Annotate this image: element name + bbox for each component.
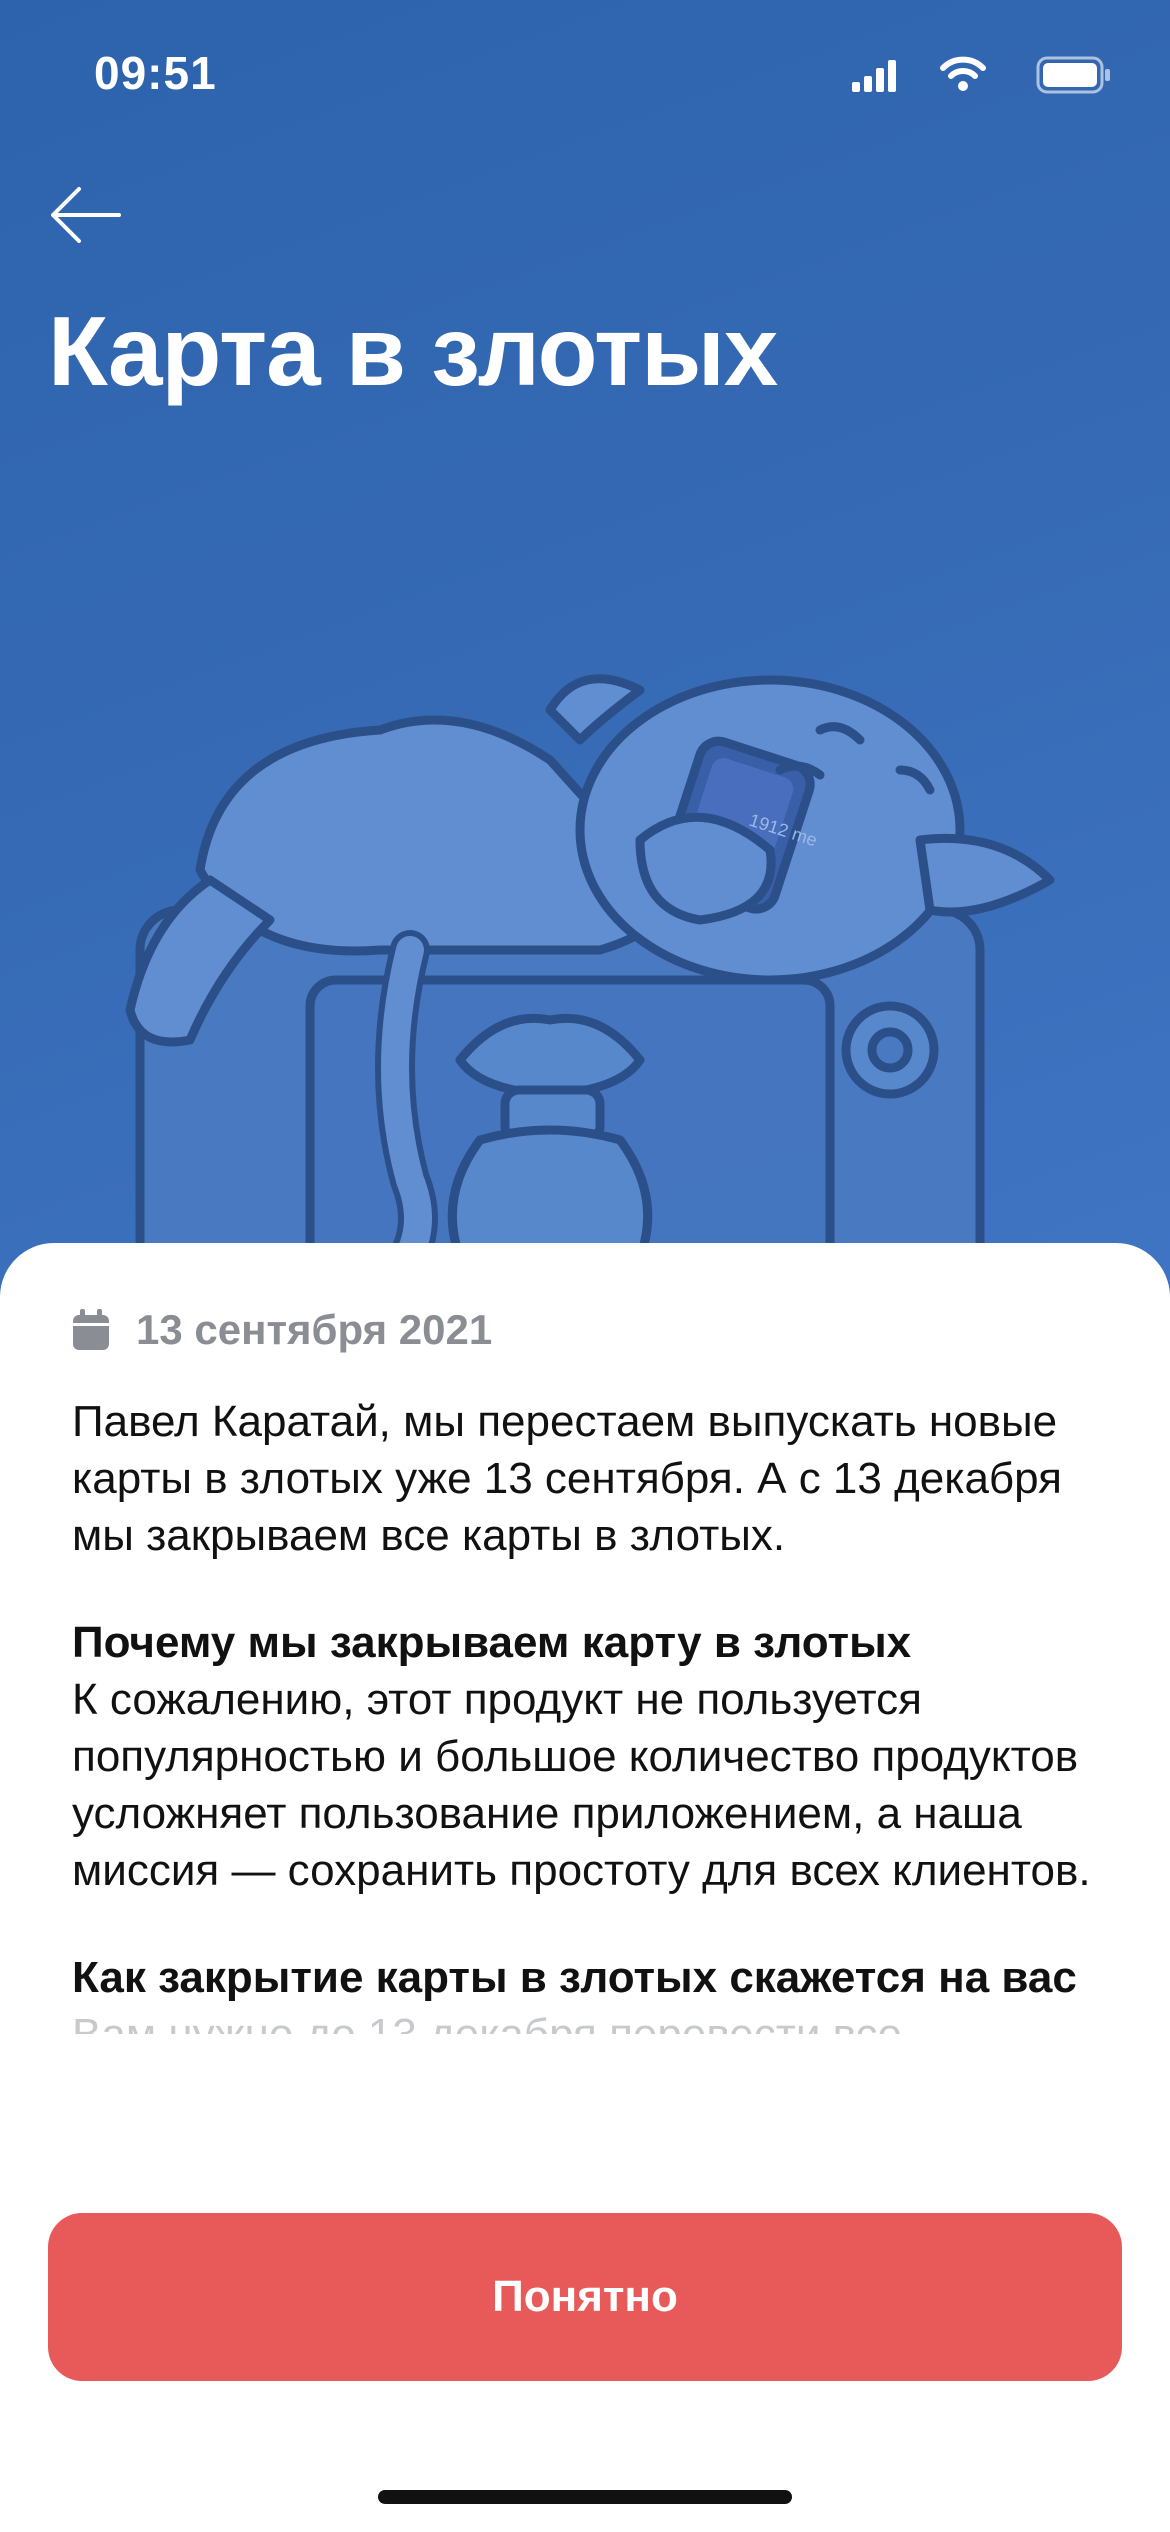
section-title: Как закрытие карты в злотых скажется на … — [72, 1953, 1077, 2002]
cat-on-safe-illustration: 1912 me — [125, 674, 1055, 1320]
battery-icon — [1036, 56, 1110, 94]
back-button[interactable] — [40, 170, 130, 260]
status-bar: 09:51 — [0, 0, 1170, 150]
scroll-fade — [0, 2150, 1170, 2210]
arrow-left-icon — [51, 187, 121, 243]
notice-content: Павел Каратай, мы перестаем выпускать но… — [72, 1393, 1102, 2034]
section-how-affects: Как закрытие карты в злотых скажется на … — [72, 1949, 1102, 2034]
section-title: Почему мы закрываем карту в злотых — [72, 1618, 912, 1667]
status-time: 09:51 — [94, 47, 217, 99]
section-body: Вам нужно до 13 декабря перевести все — [72, 2006, 1102, 2034]
home-indicator[interactable] — [378, 2490, 792, 2504]
section-why-closing: Почему мы закрываем карту в злотых К сож… — [72, 1614, 1102, 1899]
calendar-icon — [73, 1309, 109, 1350]
date-row: 13 сентября 2021 — [72, 1303, 492, 1357]
hero-banner: 09:51 Карта в злотых 1912 me — [0, 0, 1170, 1320]
notice-intro: Павел Каратай, мы перестаем выпускать но… — [72, 1397, 1062, 1560]
ok-button[interactable]: Понятно — [48, 2213, 1122, 2381]
signal-icon — [852, 60, 896, 92]
wifi-icon — [940, 56, 986, 91]
page-title: Карта в злотых — [48, 296, 778, 406]
notice-date: 13 сентября 2021 — [136, 1306, 493, 1353]
section-body: К сожалению, этот продукт не пользуется … — [72, 1675, 1091, 1895]
